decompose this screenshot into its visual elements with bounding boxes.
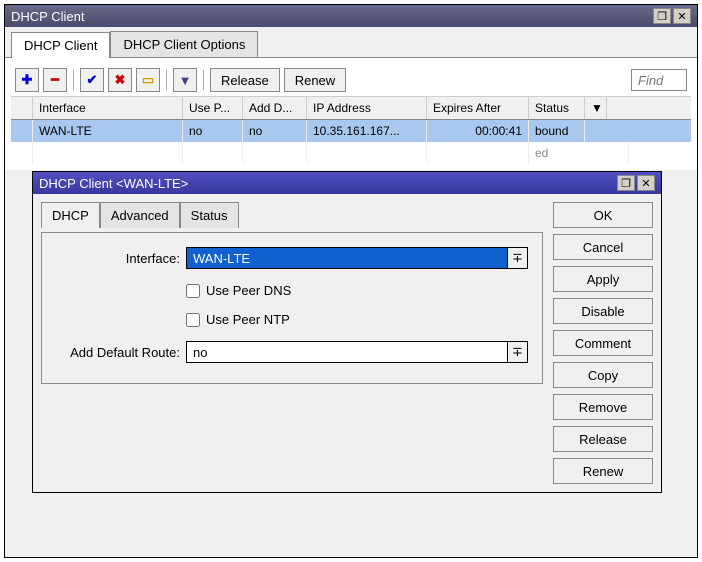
toolbar-separator [203,70,204,90]
col-status[interactable]: Status [529,97,585,119]
release-button[interactable]: Release [553,426,653,452]
dtab-advanced[interactable]: Advanced [100,202,180,228]
renew-button[interactable]: Renew [284,68,346,92]
main-tabs: DHCP Client DHCP Client Options [5,27,697,57]
toolbar-separator [166,70,167,90]
dialog-title: DHCP Client <WAN-LTE> [39,176,617,191]
cancel-button[interactable]: Cancel [553,234,653,260]
dtab-dhcp[interactable]: DHCP [41,202,100,228]
row-peer-dns: Use Peer DNS [56,283,528,298]
dtab-status[interactable]: Status [180,202,239,228]
dialog-buttons: OK Cancel Apply Disable Comment Copy Rem… [543,202,653,484]
dialog-left: DHCP Advanced Status Interface: ∓ Use P [41,202,543,484]
default-route-label: Add Default Route: [56,345,186,360]
table-row[interactable]: ed [11,142,691,164]
comment-button[interactable]: ▭ [136,68,160,92]
grid-header: Interface Use P... Add D... IP Address E… [11,96,691,120]
grid: Interface Use P... Add D... IP Address E… [11,96,691,164]
toolbar-separator [73,70,74,90]
remove-button[interactable]: Remove [553,394,653,420]
use-peer-ntp-checkbox[interactable] [186,313,200,327]
check-icon: ✔ [87,72,98,88]
use-peer-dns-checkbox[interactable] [186,284,200,298]
remove-button[interactable]: ━ [43,68,67,92]
default-route-input[interactable] [186,341,508,363]
dialog-window: DHCP Client <WAN-LTE> ❐ ✕ DHCP Advanced … [32,171,662,493]
comment-button[interactable]: Comment [553,330,653,356]
note-icon: ▭ [142,72,154,88]
col-menu[interactable]: ▼ [585,97,607,119]
row-interface: Interface: ∓ [56,247,528,269]
use-peer-ntp-check[interactable]: Use Peer NTP [186,312,290,327]
chevron-down-icon: ∓ [512,344,523,360]
copy-button[interactable]: Copy [553,362,653,388]
funnel-icon: ▼ [179,73,192,88]
interface-input[interactable] [186,247,508,269]
col-expires[interactable]: Expires After [427,97,529,119]
renew-button[interactable]: Renew [553,458,653,484]
chevron-down-icon: ∓ [512,250,523,266]
main-title: DHCP Client [11,9,653,24]
col-use-peer[interactable]: Use P... [183,97,243,119]
table-row[interactable]: WAN-LTE no no 10.35.161.167... 00:00:41 … [11,120,691,142]
apply-button[interactable]: Apply [553,266,653,292]
main-close-button[interactable]: ✕ [673,8,691,24]
tab-dhcp-client[interactable]: DHCP Client [11,32,110,58]
dialog-restore-button[interactable]: ❐ [617,175,635,191]
interface-dropdown[interactable]: ∓ [508,247,528,269]
row-default-route: Add Default Route: ∓ [56,341,528,363]
minus-icon: ━ [51,72,59,88]
tab-dhcp-client-options[interactable]: DHCP Client Options [110,31,258,57]
default-route-dropdown[interactable]: ∓ [508,341,528,363]
main-titlebar: DHCP Client ❐ ✕ [5,5,697,27]
dialog-titlebar: DHCP Client <WAN-LTE> ❐ ✕ [33,172,661,194]
col-ip[interactable]: IP Address [307,97,427,119]
row-peer-ntp: Use Peer NTP [56,312,528,327]
col-interface[interactable]: Interface [33,97,183,119]
filter-button[interactable]: ▼ [173,68,197,92]
dialog-tabs: DHCP Advanced Status [41,202,543,228]
main-content: ✚ ━ ✔ ✖ ▭ ▼ Release Renew Interface Use … [5,57,697,170]
enable-button[interactable]: ✔ [80,68,104,92]
dialog-close-button[interactable]: ✕ [637,175,655,191]
dialog-form: Interface: ∓ Use Peer DNS [41,232,543,384]
x-icon: ✖ [115,72,126,88]
plus-icon: ✚ [22,72,33,88]
release-button[interactable]: Release [210,68,280,92]
col-flag[interactable] [11,97,33,119]
disable-button[interactable]: Disable [553,298,653,324]
use-peer-dns-check[interactable]: Use Peer DNS [186,283,291,298]
main-restore-button[interactable]: ❐ [653,8,671,24]
add-button[interactable]: ✚ [15,68,39,92]
find-input[interactable] [631,69,687,91]
dialog-body: DHCP Advanced Status Interface: ∓ Use P [33,194,661,492]
ok-button[interactable]: OK [553,202,653,228]
interface-label: Interface: [56,251,186,266]
disable-button[interactable]: ✖ [108,68,132,92]
toolbar: ✚ ━ ✔ ✖ ▭ ▼ Release Renew [11,64,691,96]
col-add-default[interactable]: Add D... [243,97,307,119]
